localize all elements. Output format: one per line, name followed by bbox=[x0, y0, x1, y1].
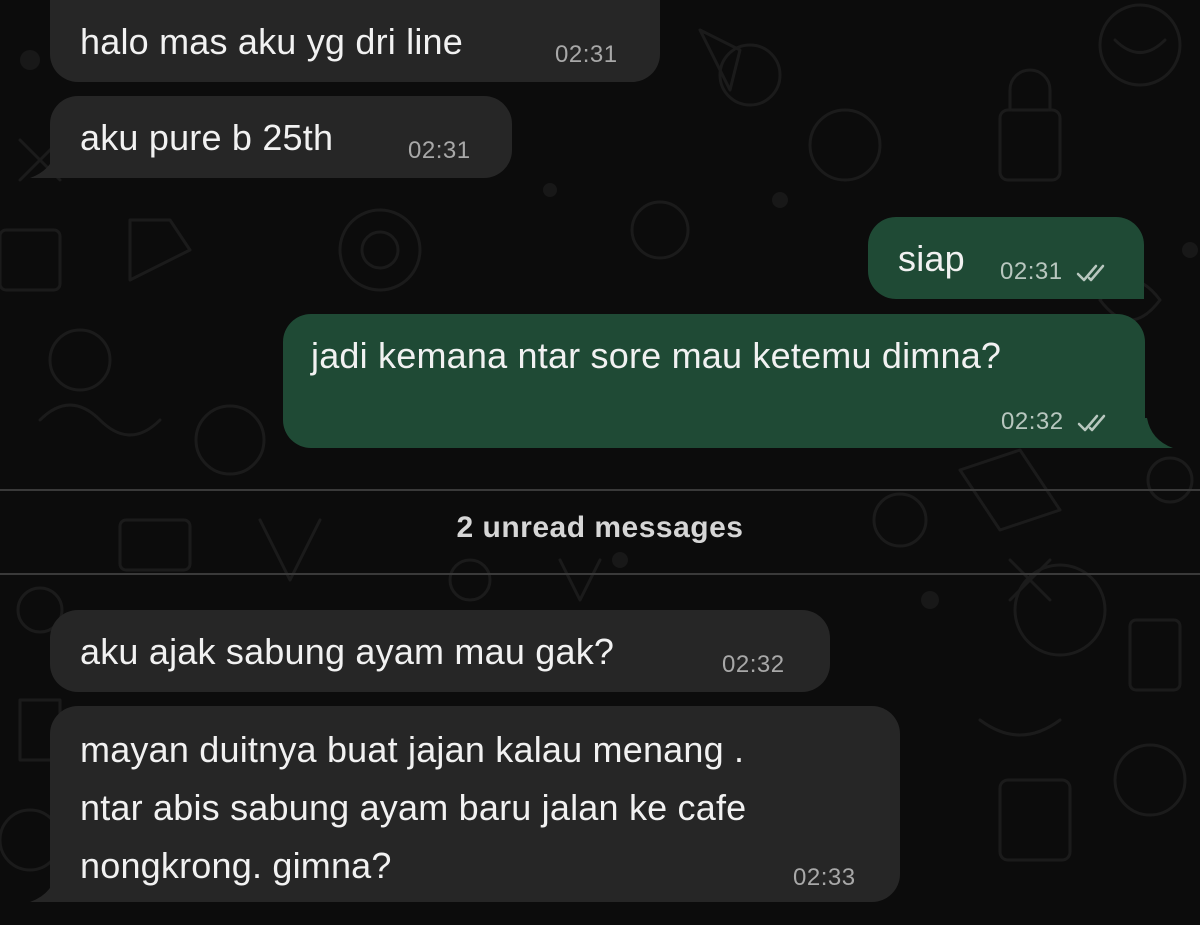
message-time: 02:31 bbox=[1000, 258, 1063, 285]
message-text: halo mas aku yg dri line bbox=[80, 21, 463, 62]
message-time: 02:31 bbox=[408, 137, 471, 164]
message-bubble-incoming[interactable]: aku pure b 25th 02:31 bbox=[50, 96, 512, 178]
message-time: 02:32 bbox=[1001, 408, 1064, 435]
message-bubble-outgoing[interactable]: siap 02:31 bbox=[868, 217, 1144, 299]
message-bubble-incoming[interactable]: mayan duitnya buat jajan kalau menang . … bbox=[50, 706, 900, 902]
message-bubble-incoming[interactable]: aku ajak sabung ayam mau gak? 02:32 bbox=[50, 610, 830, 692]
double-check-icon bbox=[1076, 264, 1104, 281]
unread-divider-line bbox=[0, 489, 1200, 491]
message-bubble-incoming[interactable]: halo mas aku yg dri line 02:31 bbox=[50, 0, 660, 82]
message-text: aku pure b 25th bbox=[80, 117, 334, 158]
message-meta: 02:31 bbox=[1000, 257, 1110, 286]
unread-messages-label: 2 unread messages bbox=[456, 511, 744, 544]
message-text: aku ajak sabung ayam mau gak? bbox=[80, 631, 615, 672]
double-check-icon bbox=[1077, 414, 1105, 431]
message-time: 02:31 bbox=[555, 41, 618, 68]
message-text-line: mayan duitnya buat jajan kalau menang . bbox=[80, 729, 745, 770]
message-time: 02:33 bbox=[793, 864, 856, 891]
message-time: 02:32 bbox=[722, 651, 785, 678]
unread-divider-line bbox=[0, 573, 1200, 575]
message-text-line: ntar abis sabung ayam baru jalan ke cafe bbox=[80, 787, 747, 828]
bubble-tail bbox=[1143, 418, 1173, 448]
message-text: siap bbox=[898, 238, 965, 279]
chat-view: halo mas aku yg dri line 02:31 aku pure … bbox=[0, 0, 1200, 925]
message-meta: 02:32 bbox=[1001, 407, 1111, 436]
message-bubble-outgoing[interactable]: jadi kemana ntar sore mau ketemu dimna? … bbox=[283, 314, 1145, 448]
bubble-tail bbox=[30, 874, 70, 902]
bubble-tail bbox=[30, 150, 70, 178]
message-text: jadi kemana ntar sore mau ketemu dimna? bbox=[311, 335, 1002, 376]
message-text-line: nongkrong. gimna? bbox=[80, 845, 392, 886]
